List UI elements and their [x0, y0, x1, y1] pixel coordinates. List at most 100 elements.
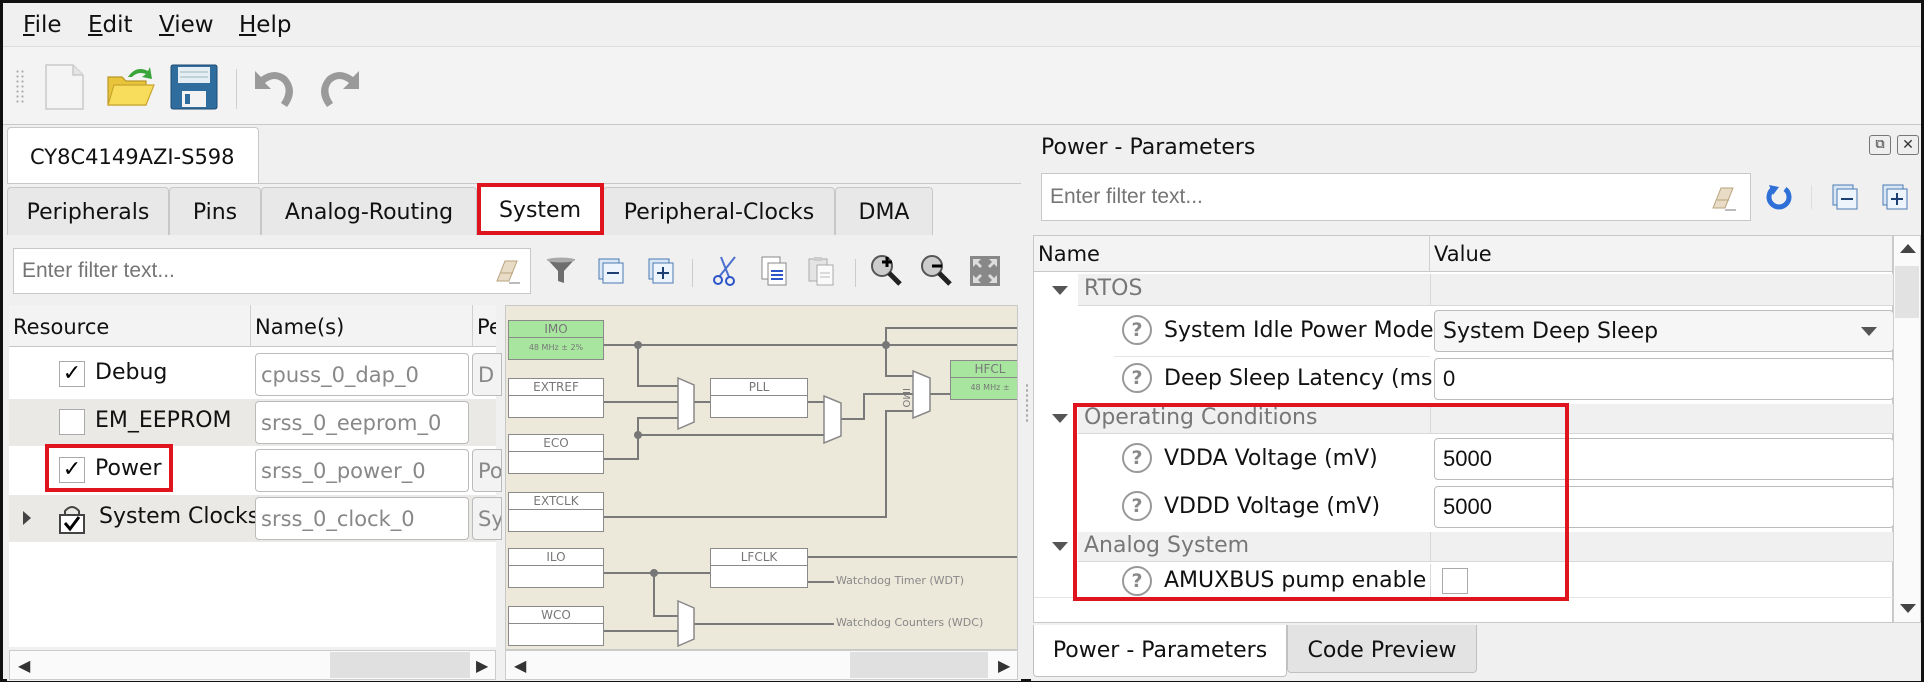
undo-icon[interactable]	[249, 63, 299, 111]
name-field[interactable]: srss_0_power_0	[255, 449, 469, 492]
tab-peripherals[interactable]: Peripherals	[7, 187, 169, 235]
scroll-up-icon[interactable]	[1900, 244, 1916, 253]
wdc-mux[interactable]	[677, 599, 695, 648]
clock-block-lfclk[interactable]: LFCLK	[710, 548, 808, 588]
clock-block-pll[interactable]: PLL	[710, 378, 808, 418]
clock-block-ilo[interactable]: ILO	[508, 548, 604, 588]
enable-checkbox[interactable]: ✓	[59, 361, 85, 387]
group-row-rtos[interactable]: RTOS	[1078, 274, 1894, 306]
cut-icon[interactable]	[711, 255, 739, 291]
name-field[interactable]: srss_0_clock_0	[255, 497, 469, 540]
clock-block-extref[interactable]: EXTREF	[508, 378, 604, 418]
chevron-down-icon[interactable]	[1861, 327, 1877, 336]
column-header-name[interactable]: Name	[1034, 236, 1430, 272]
copy-icon[interactable]	[759, 255, 789, 291]
pll-bypass-mux[interactable]	[823, 394, 842, 445]
clock-block-frequency: 48 MHz ± 2%	[528, 343, 584, 352]
reset-icon[interactable]	[1765, 183, 1793, 215]
collapse-arrow-icon[interactable]	[1052, 286, 1068, 295]
restore-icon[interactable]: ⧉	[1869, 135, 1891, 155]
document-tab[interactable]: CY8C4149AZI-S598	[7, 127, 259, 183]
clock-block-extclk[interactable]: EXTCLK	[508, 492, 604, 532]
tab-code-preview[interactable]: Code Preview	[1287, 625, 1477, 673]
tab-pins[interactable]: Pins	[169, 187, 261, 235]
clock-block-wco[interactable]: WCO	[508, 606, 604, 646]
diagram-hscrollbar[interactable]: ◀ ▶	[505, 650, 1018, 680]
open-folder-icon[interactable]	[106, 63, 156, 111]
name-field[interactable]: cpuss_0_dap_0	[255, 353, 469, 396]
menu-edit-accel: E	[88, 12, 103, 38]
pe-field[interactable]: Po	[472, 449, 502, 492]
filter-funnel-icon[interactable]	[545, 255, 577, 291]
table-row[interactable]: ✓ Debug cpuss_0_dap_0 D	[9, 351, 502, 398]
help-icon[interactable]: ?	[1122, 315, 1152, 345]
name-field[interactable]: srss_0_eeprom_0	[255, 401, 469, 444]
column-header-value[interactable]: Value	[1430, 236, 1892, 272]
tab-peripheral-clocks[interactable]: Peripheral-Clocks	[603, 187, 835, 235]
expand-all-icon[interactable]	[647, 257, 675, 289]
resource-table-hscrollbar[interactable]: ◀ ▶	[9, 650, 496, 680]
scroll-thumb[interactable]	[1895, 266, 1919, 318]
column-header-names[interactable]: Name(s)	[251, 305, 473, 347]
column-header-pe[interactable]: Pe	[473, 305, 496, 347]
column-header-label: Name	[1038, 242, 1100, 266]
clock-block-eco[interactable]: ECO	[508, 434, 604, 474]
tab-power-parameters[interactable]: Power - Parameters	[1033, 625, 1287, 677]
collapse-arrow-icon[interactable]	[1052, 414, 1068, 423]
zoom-in-icon[interactable]	[869, 253, 903, 291]
redo-icon[interactable]	[315, 63, 365, 111]
hfclk-mux[interactable]	[912, 369, 931, 420]
scroll-left-icon[interactable]: ◀	[18, 656, 30, 675]
clock-block-label: HFCL	[951, 361, 1017, 378]
application-window: File Edit View Help CY8C4149AZI-S598 Per…	[0, 0, 1924, 682]
scroll-thumb[interactable]	[850, 652, 988, 678]
tab-analog-routing[interactable]: Analog-Routing	[261, 187, 477, 235]
collapse-all-icon[interactable]	[597, 257, 625, 289]
expand-all-icon[interactable]	[1881, 183, 1909, 215]
tab-dma[interactable]: DMA	[835, 187, 933, 235]
resource-label: EM_EEPROM	[95, 408, 232, 433]
paste-icon[interactable]	[806, 255, 836, 291]
clock-block-imo[interactable]: IMO 48 MHz ± 2%	[508, 320, 604, 360]
collapse-arrow-icon[interactable]	[1052, 542, 1068, 551]
parameters-vscrollbar[interactable]	[1893, 235, 1921, 623]
pe-field[interactable]: D	[472, 353, 502, 396]
clear-filter-icon[interactable]	[1709, 184, 1737, 212]
table-row[interactable]: System Clocks srss_0_clock_0 Sy	[9, 495, 502, 542]
input-mux-1[interactable]	[677, 376, 695, 431]
system-idle-power-mode-dropdown[interactable]: System Deep Sleep	[1434, 310, 1894, 352]
close-icon[interactable]: ✕	[1897, 135, 1919, 155]
enable-checkbox[interactable]	[59, 409, 85, 435]
clear-filter-icon[interactable]	[493, 257, 521, 285]
document-tab-label: CY8C4149AZI-S598	[30, 145, 235, 169]
column-header-label: Pe	[477, 315, 496, 339]
scroll-right-icon[interactable]: ▶	[476, 656, 488, 675]
menu-view[interactable]: View	[159, 12, 214, 38]
menu-edit[interactable]: Edit	[88, 12, 133, 38]
new-file-icon[interactable]	[41, 63, 91, 111]
menu-file[interactable]: File	[23, 12, 62, 38]
scroll-right-icon[interactable]: ▶	[998, 656, 1010, 675]
tab-label: Peripheral-Clocks	[623, 200, 815, 225]
scroll-thumb[interactable]	[330, 652, 470, 678]
expand-arrow-icon[interactable]	[23, 511, 31, 525]
collapse-all-icon[interactable]	[1831, 183, 1859, 215]
zoom-fit-icon[interactable]	[969, 255, 1001, 291]
toolbar-grip-icon[interactable]	[15, 69, 25, 105]
save-icon[interactable]	[169, 63, 219, 111]
help-icon[interactable]: ?	[1122, 363, 1152, 393]
resource-filter-input[interactable]	[13, 248, 531, 294]
deep-sleep-latency-input[interactable]	[1434, 358, 1894, 400]
lock-checkbox-icon[interactable]	[57, 503, 87, 539]
splitter-handle[interactable]	[1025, 383, 1029, 423]
menu-help[interactable]: Help	[239, 12, 291, 38]
parameter-filter-input[interactable]	[1041, 173, 1751, 221]
pe-field[interactable]: Sy	[472, 497, 502, 540]
column-header-resource[interactable]: Resource	[9, 305, 251, 347]
scroll-down-icon[interactable]	[1900, 604, 1916, 613]
scroll-left-icon[interactable]: ◀	[514, 656, 526, 675]
zoom-out-icon[interactable]	[919, 253, 953, 291]
clock-block-hfcl[interactable]: HFCL 48 MHz ±	[950, 360, 1017, 400]
clock-block-label: PLL	[711, 379, 807, 396]
table-row[interactable]: EM_EEPROM srss_0_eeprom_0	[9, 399, 496, 446]
